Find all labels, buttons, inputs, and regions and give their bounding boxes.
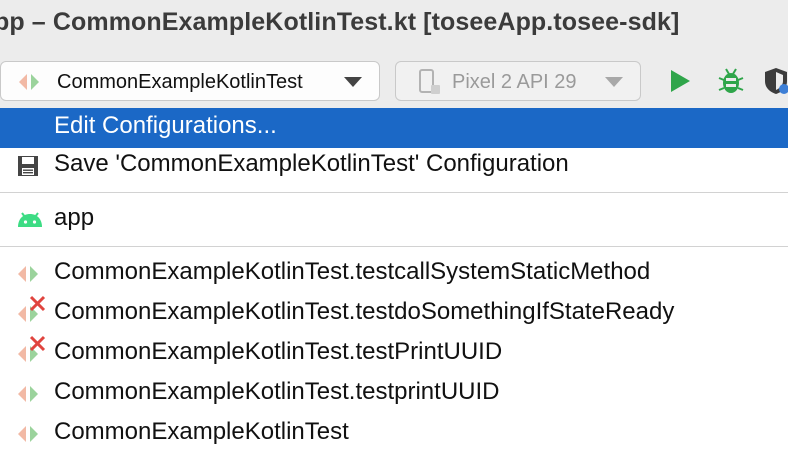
menu-item-label: CommonExampleKotlinTest.testPrintUUID bbox=[54, 338, 503, 365]
menu-item-config[interactable]: CommonExampleKotlinTest.testPrintUUID bbox=[0, 334, 788, 374]
kotlin-test-error-icon bbox=[18, 295, 46, 322]
save-icon bbox=[18, 156, 38, 176]
run-configuration-selector[interactable]: CommonExampleKotlinTest bbox=[0, 61, 380, 101]
menu-item-label: CommonExampleKotlinTest.testcallSystemSt… bbox=[54, 258, 651, 285]
window-title: pp – CommonExampleKotlinTest.kt [toseeAp… bbox=[0, 8, 680, 36]
menu-item-app[interactable]: app bbox=[0, 200, 788, 240]
menu-item-label: app bbox=[54, 204, 95, 231]
menu-item-label: Save 'CommonExampleKotlinTest' Configura… bbox=[54, 150, 569, 177]
chevron-down-icon bbox=[344, 77, 362, 87]
run-configuration-label: CommonExampleKotlinTest bbox=[57, 71, 303, 93]
kotlin-test-error-icon bbox=[18, 335, 46, 362]
chevron-down-icon bbox=[605, 77, 623, 87]
menu-item-edit-configurations[interactable]: Edit Configurations... bbox=[0, 108, 788, 148]
kotlin-test-icon bbox=[18, 426, 38, 442]
menu-item-label: CommonExampleKotlinTest.testdoSomethingI… bbox=[54, 298, 675, 325]
run-icon[interactable] bbox=[668, 69, 692, 93]
menu-item-config[interactable]: CommonExampleKotlinTest.testdoSomethingI… bbox=[0, 294, 788, 334]
menu-divider bbox=[0, 192, 788, 193]
kotlin-test-icon bbox=[18, 266, 38, 282]
kotlin-test-icon bbox=[18, 386, 38, 402]
menu-item-label: CommonExampleKotlinTest bbox=[54, 418, 349, 445]
toolbar: CommonExampleKotlinTest Pixel 2 API 29 bbox=[0, 52, 788, 109]
menu-item-config[interactable]: CommonExampleKotlinTest.testcallSystemSt… bbox=[0, 254, 788, 294]
phone-icon bbox=[419, 69, 440, 94]
window-title-bar: pp – CommonExampleKotlinTest.kt [toseeAp… bbox=[0, 0, 788, 52]
menu-item-label: Edit Configurations... bbox=[54, 112, 277, 139]
menu-item-save-configuration[interactable]: Save 'CommonExampleKotlinTest' Configura… bbox=[0, 146, 788, 186]
menu-item-config[interactable]: CommonExampleKotlinTest.testprintUUID bbox=[0, 374, 788, 414]
android-icon bbox=[18, 212, 42, 227]
menu-item-label: CommonExampleKotlinTest.testprintUUID bbox=[54, 378, 500, 405]
menu-item-config[interactable]: CommonExampleKotlinTest bbox=[0, 414, 788, 454]
debug-icon[interactable] bbox=[716, 66, 746, 96]
device-selector[interactable]: Pixel 2 API 29 bbox=[395, 61, 641, 101]
menu-divider bbox=[0, 246, 788, 247]
profile-icon[interactable] bbox=[764, 67, 788, 95]
kotlin-test-icon bbox=[19, 74, 39, 90]
device-label: Pixel 2 API 29 bbox=[452, 71, 577, 93]
